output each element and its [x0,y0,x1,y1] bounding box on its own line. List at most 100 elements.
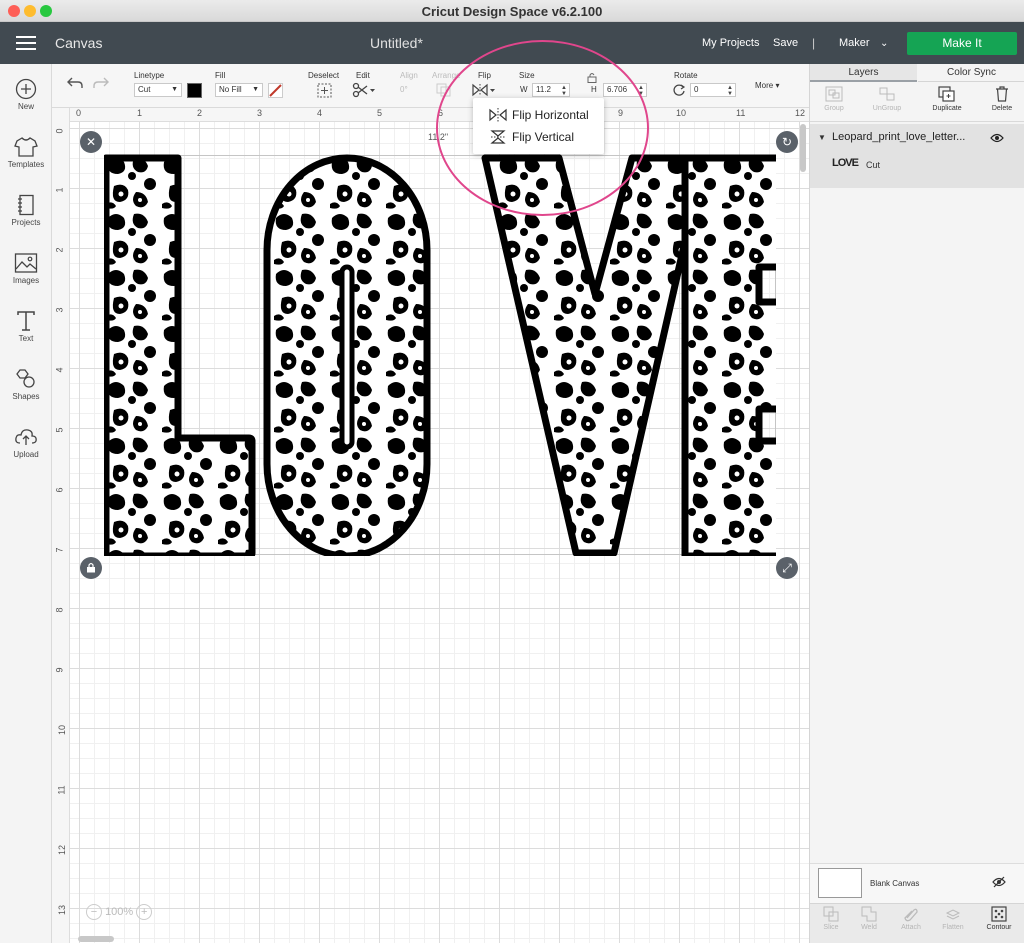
machine-selector[interactable]: Maker [839,37,870,49]
make-it-button[interactable]: Make It [907,32,1017,55]
horizontal-scrollbar[interactable] [78,936,114,942]
letter-e-shape [681,154,776,556]
edit-label: Edit [356,71,370,80]
deselect-label: Deselect [308,71,340,80]
ruler-top-tick: 3 [257,108,263,118]
size-label: Size [519,71,535,80]
flip-vertical-icon [490,130,506,144]
tab-layers[interactable]: Layers [810,64,917,82]
layer-group-row[interactable]: ▼ Leopard_print_love_letter... LOVE Cut [810,124,1024,188]
my-projects-link[interactable]: My Projects [702,37,759,49]
fill-label: Fill [215,71,226,80]
rotate-icon [673,84,686,96]
sidebar-item-templates[interactable]: Templates [0,136,52,169]
flip-icon[interactable] [472,83,496,97]
ruler-left-tick: 5 [54,427,65,433]
height-input[interactable]: 6.706 ▲ ▼ [603,83,647,97]
lock-icon [87,562,95,573]
sidebar-item-upload[interactable]: Upload [0,426,52,459]
tshirt-icon [14,137,38,157]
zoom-in-button[interactable]: + [136,904,153,920]
plus-circle-icon [15,78,37,100]
attach-button[interactable]: Attach [890,906,932,931]
ruler-top-tick: 6 [438,108,444,118]
chevron-down-icon[interactable]: ⌄ [880,38,888,49]
rotate-input[interactable]: 0 ▲ ▼ [690,83,736,97]
duplicate-button[interactable]: Duplicate [925,86,969,112]
project-title[interactable]: Untitled* [370,35,423,51]
tab-color-sync[interactable]: Color Sync [918,64,1024,82]
vertical-scrollbar[interactable] [800,124,806,172]
rotate-handle[interactable]: ↻ [776,131,798,153]
app-header: Canvas Untitled* My Projects Save | Make… [0,22,1024,64]
sidebar-item-projects[interactable]: Projects [0,194,52,227]
no-fill-swatch-icon[interactable] [268,83,283,98]
ruler-top-tick: 1 [137,108,143,118]
delete-button[interactable]: Delete [980,86,1024,112]
stepper-icon[interactable]: ▲ ▼ [561,85,567,97]
love-design-image[interactable] [104,154,776,556]
flatten-label: Flatten [942,924,964,931]
blank-canvas-row[interactable]: Blank Canvas [810,863,1024,903]
align-label: Align [400,71,418,80]
contour-button[interactable]: Contour [978,906,1020,931]
undo-icon[interactable] [66,76,84,90]
linetype-value: Cut [138,85,151,94]
sidebar-item-text[interactable]: Text [0,310,52,343]
sidebar-item-shapes[interactable]: Shapes [0,368,52,401]
flip-vertical-item[interactable]: Flip Vertical [473,126,604,148]
weld-button[interactable]: Weld [848,906,890,931]
weld-icon [861,906,877,922]
design-canvas[interactable]: 0 1 2 3 4 5 6 7 8 9 10 11 12 0 1 2 3 4 5… [52,108,809,943]
duplicate-icon [938,86,955,102]
cloud-upload-icon [15,429,37,445]
linetype-color-swatch[interactable] [187,83,202,98]
resize-handle[interactable]: ⤢ [776,557,798,579]
flip-horizontal-item[interactable]: Flip Horizontal [473,104,604,126]
delete-handle[interactable]: ✕ [80,131,102,153]
ungroup-button[interactable]: UnGroup [865,86,909,112]
redo-icon[interactable] [92,76,110,90]
slice-button[interactable]: Slice [810,906,852,931]
zoom-controls: − 100% + [86,904,153,920]
ruler-left-tick: 11 [56,785,67,795]
left-sidebar: New Templates Projects Images Text Shape… [0,64,52,943]
group-button[interactable]: Group [812,86,856,112]
letter-l-shape [104,154,256,556]
attach-icon [904,908,918,922]
sidebar-item-images[interactable]: Images [0,252,52,285]
linetype-select[interactable]: Cut ▼ [134,83,182,97]
scissors-icon[interactable] [352,82,376,98]
sidebar-label-upload: Upload [13,450,39,459]
deselect-icon[interactable] [317,83,332,98]
stepper-icon[interactable]: ▲ ▼ [727,85,733,97]
width-input[interactable]: 11.2 ▲ ▼ [532,83,570,97]
arrange-label: Arrange [432,71,461,80]
slice-label: Slice [823,924,839,931]
sidebar-item-new[interactable]: New [0,78,52,111]
align-value[interactable]: 0° [400,85,408,94]
rotate-value: 0 [694,85,699,94]
flatten-button[interactable]: Flatten [932,906,974,931]
ruler-left-tick: 10 [57,724,68,736]
layer-tools: Group UnGroup Duplicate Delete [810,82,1024,122]
hamburger-menu-icon[interactable] [16,36,36,50]
lock-handle[interactable] [80,557,102,579]
ungroup-icon [879,87,895,101]
stepper-icon[interactable]: ▲ ▼ [638,85,644,97]
more-menu-button[interactable]: More ▾ [755,81,779,90]
layer-thumbnail: LOVE [832,157,859,169]
save-button[interactable]: Save [773,37,798,49]
ruler-left-tick: 6 [54,487,65,493]
bottom-tools: Slice Weld Attach Flatten Contour [810,903,1024,943]
arrange-icon[interactable] [436,83,452,97]
zoom-out-button[interactable]: − [86,904,102,920]
ungroup-label: UnGroup [872,105,902,112]
eye-hidden-icon[interactable] [992,876,1006,888]
eye-icon[interactable] [990,133,1004,143]
ruler-left-tick: 0 [54,128,65,134]
collapse-caret-icon[interactable]: ▼ [818,133,826,142]
fill-select[interactable]: No Fill ▼ [215,83,263,97]
lock-ratio-icon[interactable] [587,72,597,83]
letter-o-inner [339,264,355,450]
